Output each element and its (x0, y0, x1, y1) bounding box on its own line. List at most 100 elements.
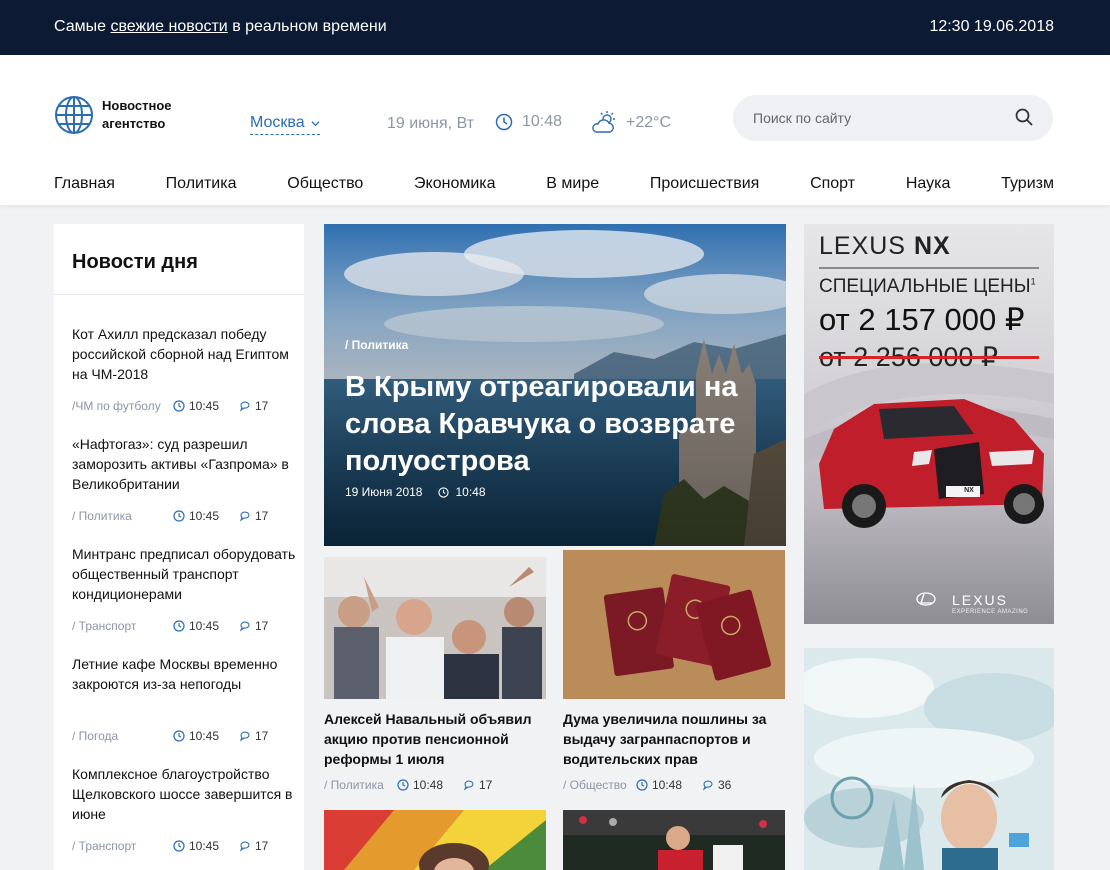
nav-item-world[interactable]: В мире (546, 175, 599, 193)
news-meta: / Транспорт 10:45 17 (72, 839, 268, 853)
news-comments-count: 36 (718, 778, 732, 792)
lexus-ad-banner[interactable]: LEXUS NX СПЕЦИАЛЬНЫЕ ЦЕНЫ1 от 2 157 000 … (804, 224, 1054, 624)
fresh-news-link[interactable]: свежие новости (110, 18, 227, 35)
news-meta: / Транспорт 10:45 17 (72, 619, 268, 633)
nav-item-politics[interactable]: Политика (166, 175, 237, 193)
partly-cloudy-icon (592, 111, 615, 133)
comment-icon (239, 511, 250, 522)
news-card[interactable] (324, 810, 546, 870)
nav-item-tourism[interactable]: Туризм (1001, 175, 1054, 193)
news-comments-count: 17 (255, 509, 269, 523)
list-item[interactable]: Комплексное благоустройство Щелковского … (72, 764, 298, 853)
news-comments[interactable]: 17 (239, 509, 268, 523)
list-item[interactable]: «Нафтогаз»: суд разрешил заморозить акти… (72, 434, 298, 523)
hero-time: 10:48 (455, 485, 486, 499)
nav-item-science[interactable]: Наука (906, 175, 951, 193)
news-time-value: 10:45 (189, 839, 220, 853)
search-icon[interactable] (1015, 108, 1033, 126)
news-title[interactable]: Летние кафе Москвы временно закроются из… (72, 654, 298, 694)
ad-slogan: EXPERIENCE AMAZING (952, 609, 1029, 615)
news-category[interactable]: / Погода (72, 729, 173, 743)
header-time-value: 10:48 (522, 113, 563, 130)
clock-icon (173, 510, 185, 522)
news-category[interactable]: /ЧМ по футболу (72, 399, 173, 413)
ad-brand-line-1: LEXUS (819, 232, 906, 260)
city-selector[interactable]: Москва (250, 114, 320, 135)
main-nav: Главная Политика Общество Экономика В ми… (54, 175, 1054, 193)
news-title[interactable]: «Нафтогаз»: суд разрешил заморозить акти… (72, 434, 298, 494)
news-time: 10:45 (173, 619, 239, 633)
day-news-heading: Новости дня (54, 224, 304, 295)
news-comments[interactable]: 17 (239, 619, 268, 633)
news-time-value: 10:45 (189, 399, 220, 413)
news-comments[interactable]: 17 (239, 839, 268, 853)
news-category[interactable]: / Транспорт (72, 839, 173, 853)
list-item[interactable]: Минтранс предписал оборудовать обществен… (72, 544, 298, 633)
news-comments[interactable]: 17 (239, 399, 268, 413)
news-category[interactable]: / Транспорт (72, 619, 173, 633)
news-category[interactable]: / Общество (563, 778, 636, 792)
list-item[interactable]: Кот Ахилл предсказал победу российской с… (72, 324, 298, 413)
news-time-value: 10:48 (652, 778, 683, 792)
news-title[interactable]: Минтранс предписал оборудовать обществен… (72, 544, 298, 604)
header-time: 10:48 (495, 113, 562, 131)
comment-icon (702, 780, 713, 791)
search-box (733, 95, 1053, 141)
header-date: 19 июня, Вт (387, 115, 475, 132)
clock-icon (438, 486, 450, 498)
news-time: 10:48 (397, 778, 463, 792)
news-card[interactable]: Дума увеличила пошлины за выдачу загранп… (563, 550, 785, 807)
globe-icon (55, 96, 93, 134)
comment-icon (463, 780, 474, 791)
news-comments-count: 17 (255, 619, 269, 633)
news-card-image (563, 810, 785, 870)
list-item[interactable]: Летние кафе Москвы временно закроются из… (72, 654, 298, 743)
clock-icon (495, 113, 513, 131)
news-meta: / Политика 10:45 17 (72, 509, 268, 523)
search-input[interactable] (753, 110, 993, 126)
news-card-title[interactable]: Дума увеличила пошлины за выдачу загранп… (563, 709, 785, 769)
news-time-value: 10:45 (189, 509, 220, 523)
hero-category[interactable]: / Политика (345, 338, 408, 352)
news-category[interactable]: / Политика (324, 778, 397, 792)
secondary-ad-banner[interactable] (804, 648, 1054, 870)
news-card[interactable]: Алексей Навальный объявил акцию против п… (324, 557, 546, 807)
nav-item-home[interactable]: Главная (54, 175, 115, 193)
news-meta: / Политика 10:48 17 (324, 778, 492, 792)
comment-icon (239, 841, 250, 852)
hero-article[interactable]: / Политика В Крыму отреагировали на слов… (324, 224, 786, 546)
nav-item-economy[interactable]: Экономика (414, 175, 496, 193)
tagline-after: в реальном времени (232, 18, 387, 35)
top-bar: Самые свежие новости в реальном времени … (0, 0, 1110, 55)
news-meta: /ЧМ по футболу 10:45 17 (72, 399, 268, 413)
hero-date: 19 Июня 2018 (345, 485, 423, 499)
ad-footnote: 1 (1030, 276, 1036, 287)
news-card[interactable] (563, 810, 785, 870)
site-logo[interactable]: Новостное агентство (54, 95, 182, 135)
news-time: 10:45 (173, 399, 239, 413)
news-meta: / Общество 10:48 36 (563, 778, 731, 792)
nav-item-society[interactable]: Общество (287, 175, 363, 193)
news-comments[interactable]: 17 (239, 729, 268, 743)
clock-icon (397, 779, 409, 791)
news-title[interactable]: Комплексное благоустройство Щелковского … (72, 764, 298, 824)
logo-text: Новостное агентство (102, 98, 172, 131)
news-title[interactable]: Кот Ахилл предсказал победу российской с… (72, 324, 298, 384)
nav-item-sport[interactable]: Спорт (810, 175, 855, 193)
news-category[interactable]: / Политика (72, 509, 173, 523)
news-card-image (324, 557, 546, 699)
news-time-value: 10:45 (189, 619, 220, 633)
clock-icon (173, 730, 185, 742)
hero-title[interactable]: В Крыму отреагировали на слова Кравчука … (345, 369, 765, 480)
nav-item-incidents[interactable]: Происшествия (650, 175, 759, 193)
news-comments[interactable]: 36 (702, 778, 731, 792)
news-time: 10:48 (636, 778, 702, 792)
news-comments[interactable]: 17 (463, 778, 492, 792)
ad-logo: LEXUS (952, 592, 1008, 608)
chevron-down-icon (311, 120, 320, 126)
ad-offer-text: СПЕЦИАЛЬНЫЕ ЦЕНЫ (819, 276, 1031, 297)
news-card-title[interactable]: Алексей Навальный объявил акцию против п… (324, 709, 546, 769)
news-comments-count: 17 (255, 399, 269, 413)
strike-line (819, 356, 1039, 359)
comment-icon (239, 731, 250, 742)
